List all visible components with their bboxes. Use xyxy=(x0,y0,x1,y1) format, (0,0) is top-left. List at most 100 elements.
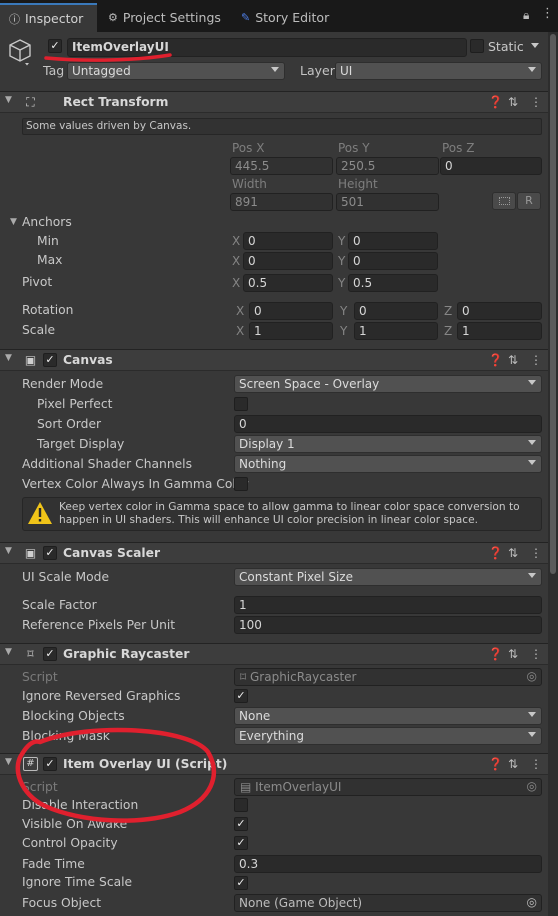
help-icon[interactable]: ❓ xyxy=(488,353,503,367)
chevron-down-icon xyxy=(528,732,536,737)
blocking-objects-dropdown[interactable]: None xyxy=(234,707,542,725)
scale-x[interactable]: 1 xyxy=(249,322,333,340)
item-overlay-header[interactable]: ▼ # ✓ Item Overlay UI (Script) ❓ ⇅ ⋮ xyxy=(0,753,558,775)
graphic-raycaster-icon: ⌑ xyxy=(27,647,34,661)
ignore-time-scale-label: Ignore Time Scale xyxy=(22,875,133,889)
anchor-min-y[interactable]: 0 xyxy=(348,232,438,250)
canvas-enabled-checkbox[interactable]: ✓ xyxy=(43,353,57,367)
visible-on-awake-label: Visible On Awake xyxy=(22,817,128,831)
anchors-foldout-icon[interactable]: ▼ xyxy=(10,217,17,227)
foldout-arrow-icon[interactable]: ▼ xyxy=(5,546,12,556)
pos-y-field[interactable]: 250.5 xyxy=(336,157,439,175)
presets-icon[interactable]: ⇅ xyxy=(508,647,518,661)
tab-story-editor[interactable]: ✎ Story Editor xyxy=(232,3,338,32)
pixel-perfect-checkbox[interactable] xyxy=(234,397,248,411)
help-icon[interactable]: ❓ xyxy=(488,647,503,661)
lock-icon[interactable]: 🔒︎ xyxy=(523,8,529,23)
static-dropdown-arrow-icon[interactable] xyxy=(531,43,539,48)
sort-order-field[interactable]: 0 xyxy=(234,415,542,433)
anchor-min-x[interactable]: 0 xyxy=(243,232,333,250)
foldout-arrow-icon[interactable]: ▼ xyxy=(5,647,12,657)
control-opacity-checkbox[interactable]: ✓ xyxy=(234,836,248,850)
canvas-header[interactable]: ▼ ▣ ✓ Canvas ❓ ⇅ ⋮ xyxy=(0,349,558,371)
gamma-color-checkbox[interactable] xyxy=(234,477,248,491)
more-menu-icon[interactable]: ⋮ xyxy=(530,757,542,771)
layer-dropdown[interactable]: UI xyxy=(335,62,542,80)
anchor-max-x[interactable]: 0 xyxy=(243,252,333,270)
presets-icon[interactable]: ⇅ xyxy=(508,546,518,560)
script-component-icon: # xyxy=(23,757,38,771)
chevron-down-icon xyxy=(528,380,536,385)
more-menu-icon[interactable]: ⋮ xyxy=(530,353,542,367)
help-icon[interactable]: ❓ xyxy=(488,757,503,771)
ignore-time-scale-checkbox[interactable]: ✓ xyxy=(234,876,248,890)
object-picker-icon[interactable]: ◎ xyxy=(527,779,537,793)
rotation-y[interactable]: 0 xyxy=(354,302,438,320)
presets-icon[interactable]: ⇅ xyxy=(508,95,518,109)
disable-interaction-label: Disable Interaction xyxy=(22,798,139,812)
visible-on-awake-checkbox[interactable]: ✓ xyxy=(234,817,248,831)
target-display-dropdown[interactable]: Display 1 xyxy=(234,435,542,453)
help-icon[interactable]: ❓ xyxy=(488,546,503,560)
gamma-warning-box: Keep vertex color in Gamma space to allo… xyxy=(22,497,542,531)
axis-y-label: Y xyxy=(338,276,346,290)
focus-object-field[interactable]: None (Game Object) ◎ xyxy=(234,894,542,912)
raw-edit-button[interactable]: R xyxy=(517,192,541,210)
blueprint-mode-button[interactable] xyxy=(492,192,516,210)
axis-x-label: X xyxy=(232,276,241,290)
shader-channels-dropdown[interactable]: Nothing xyxy=(234,455,542,473)
width-field[interactable]: 891 xyxy=(230,193,333,211)
scale-factor-label: Scale Factor xyxy=(22,598,97,612)
chevron-down-icon xyxy=(528,440,536,445)
ref-ppu-field[interactable]: 100 xyxy=(234,616,542,634)
fade-time-label: Fade Time xyxy=(22,857,85,871)
blocking-mask-dropdown[interactable]: Everything xyxy=(234,727,542,745)
scale-y[interactable]: 1 xyxy=(354,322,438,340)
tab-inspector[interactable]: ⓘ Inspector xyxy=(0,3,97,32)
scale-z[interactable]: 1 xyxy=(457,322,542,340)
static-checkbox[interactable] xyxy=(470,39,484,53)
ignore-reversed-checkbox[interactable]: ✓ xyxy=(234,689,248,703)
pivot-x[interactable]: 0.5 xyxy=(243,274,333,292)
pos-z-field[interactable]: 0 xyxy=(440,157,542,175)
canvas-scaler-header[interactable]: ▼ ▣ ✓ Canvas Scaler ❓ ⇅ ⋮ xyxy=(0,542,558,564)
overlay-script-field[interactable]: ▤ ItemOverlayUI ◎ xyxy=(234,778,542,796)
more-menu-icon[interactable]: ⋮ xyxy=(530,95,542,109)
graphic-raycaster-enabled-checkbox[interactable]: ✓ xyxy=(43,647,57,661)
object-picker-icon[interactable]: ◎ xyxy=(527,895,537,909)
canvas-scaler-enabled-checkbox[interactable]: ✓ xyxy=(43,546,57,560)
fade-time-field[interactable]: 0.3 xyxy=(234,855,542,873)
ui-scale-mode-dropdown[interactable]: Constant Pixel Size xyxy=(234,568,542,586)
pos-x-field[interactable]: 445.5 xyxy=(230,157,333,175)
foldout-arrow-icon[interactable]: ▼ xyxy=(5,95,12,105)
render-mode-dropdown[interactable]: Screen Space - Overlay xyxy=(234,375,542,393)
presets-icon[interactable]: ⇅ xyxy=(508,757,518,771)
info-icon: ⓘ xyxy=(9,12,20,26)
more-menu-icon[interactable]: ⋮ xyxy=(541,6,554,21)
more-menu-icon[interactable]: ⋮ xyxy=(530,647,542,661)
help-icon[interactable]: ❓ xyxy=(488,95,503,109)
foldout-arrow-icon[interactable]: ▼ xyxy=(5,353,12,363)
rotation-x[interactable]: 0 xyxy=(249,302,333,320)
item-overlay-enabled-checkbox[interactable]: ✓ xyxy=(43,757,57,771)
rect-transform-header[interactable]: ▼ ⛶ Rect Transform ❓ ⇅ ⋮ xyxy=(0,91,558,113)
object-name-input[interactable]: ItemOverlayUI xyxy=(67,38,467,57)
pivot-y[interactable]: 0.5 xyxy=(348,274,438,292)
foldout-arrow-icon[interactable]: ▼ xyxy=(5,757,12,767)
rotation-z[interactable]: 0 xyxy=(457,302,542,320)
scrollbar-thumb[interactable] xyxy=(550,34,556,574)
graphic-raycaster-header[interactable]: ▼ ⌑ ✓ Graphic Raycaster ❓ ⇅ ⋮ xyxy=(0,643,558,665)
inspector-scrollbar[interactable] xyxy=(548,32,558,916)
height-field[interactable]: 501 xyxy=(336,193,439,211)
rotation-label: Rotation xyxy=(22,303,74,317)
tag-dropdown[interactable]: Untagged xyxy=(67,62,285,80)
object-picker-icon[interactable]: ◎ xyxy=(527,669,537,683)
disable-interaction-checkbox[interactable] xyxy=(234,798,248,812)
tab-project-settings[interactable]: ⚙ Project Settings xyxy=(99,3,230,32)
object-active-checkbox[interactable]: ✓ xyxy=(48,39,62,53)
scale-factor-field[interactable]: 1 xyxy=(234,596,542,614)
more-menu-icon[interactable]: ⋮ xyxy=(530,546,542,560)
anchor-max-y[interactable]: 0 xyxy=(348,252,438,270)
presets-icon[interactable]: ⇅ xyxy=(508,353,518,367)
raycaster-script-field[interactable]: ⌑ GraphicRaycaster ◎ xyxy=(234,668,542,686)
